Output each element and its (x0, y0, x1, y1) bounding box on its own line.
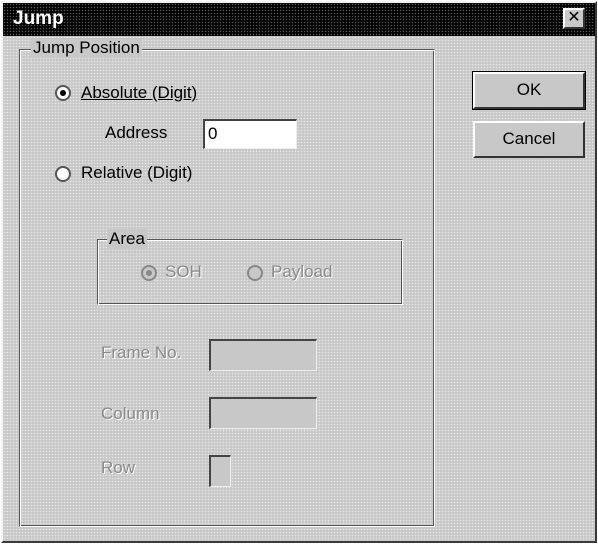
absolute-radio-dot (60, 90, 66, 96)
frame-no-input[interactable] (209, 339, 317, 371)
title-bar[interactable]: Jump ✕ (3, 3, 595, 36)
jump-position-label: Jump Position (31, 38, 142, 58)
payload-radio[interactable] (247, 265, 263, 281)
soh-radio[interactable] (141, 265, 157, 281)
absolute-label[interactable]: Absolute (Digit) (81, 83, 197, 103)
ok-button[interactable]: OK (472, 71, 586, 110)
area-label: Area (107, 229, 147, 249)
column-label: Column (101, 404, 160, 423)
cancel-button[interactable]: Cancel (473, 121, 585, 158)
soh-radio-dot (146, 270, 152, 276)
relative-label[interactable]: Relative (Digit) (81, 163, 192, 183)
soh-label[interactable]: SOH (165, 262, 202, 282)
column-input[interactable] (209, 397, 317, 429)
relative-radio[interactable] (55, 166, 71, 182)
close-icon[interactable]: ✕ (563, 8, 585, 29)
window-title: Jump (13, 8, 64, 29)
jump-dialog: Jump ✕ Jump Position Absolute (Digit) Ad… (1, 1, 597, 543)
row-input[interactable] (209, 455, 231, 487)
address-input[interactable]: 0 (203, 119, 297, 149)
row-label: Row (101, 458, 136, 477)
payload-label[interactable]: Payload (271, 262, 332, 282)
absolute-radio[interactable] (55, 85, 71, 101)
address-label: Address (105, 123, 168, 142)
frame-no-label: Frame No. (101, 343, 182, 362)
